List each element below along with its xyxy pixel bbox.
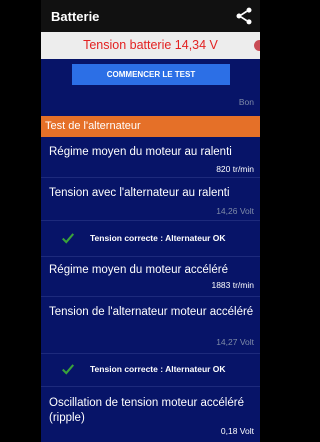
accelerated-voltage-label: Tension de l'alternateur moteur accéléré [49,306,254,318]
result-text: Tension correcte : Alternateur OK [90,364,226,374]
banner-indicator [254,40,260,51]
divider [41,386,260,387]
device-frame: Batterie Tension batterie 14,34 V COMMEN… [0,0,301,442]
battery-status: Bon [238,97,254,107]
app-screen: Batterie Tension batterie 14,34 V COMMEN… [41,0,260,442]
idle-rpm-label: Régime moyen du moteur au ralenti [49,146,232,158]
page-title: Batterie [51,9,100,24]
divider [41,220,260,221]
result-row: Tension correcte : Alternateur OK [41,362,260,376]
app-bar: Batterie [41,0,260,32]
battery-voltage-text: Tension batterie 14,34 V [83,38,218,52]
divider [41,353,260,354]
result-row: Tension correcte : Alternateur OK [41,231,260,245]
check-icon [62,364,75,375]
battery-voltage-banner: Tension batterie 14,34 V [41,32,260,59]
ripple-label: Oscillation de tension moteur accéléré (… [49,397,244,424]
check-icon [62,233,75,244]
ripple-value: 0,18 Volt [220,426,254,436]
idle-voltage-value: 14,26 Volt [216,206,254,216]
accelerated-rpm-label: Régime moyen du moteur accéléré [49,264,228,276]
idle-voltage-label: Tension avec l'alternateur au ralenti [49,187,230,199]
idle-rpm-value: 820 tr/min [216,164,254,174]
result-text: Tension correcte : Alternateur OK [90,233,226,243]
start-test-button[interactable]: COMMENCER LE TEST [72,64,230,85]
divider [41,256,260,257]
share-icon[interactable] [234,6,254,26]
divider [41,177,260,178]
divider [41,296,260,297]
section-header-alternator: Test de l'alternateur [41,116,260,137]
accelerated-rpm-value: 1883 tr/min [211,280,254,290]
accelerated-voltage-value: 14,27 Volt [216,337,254,347]
